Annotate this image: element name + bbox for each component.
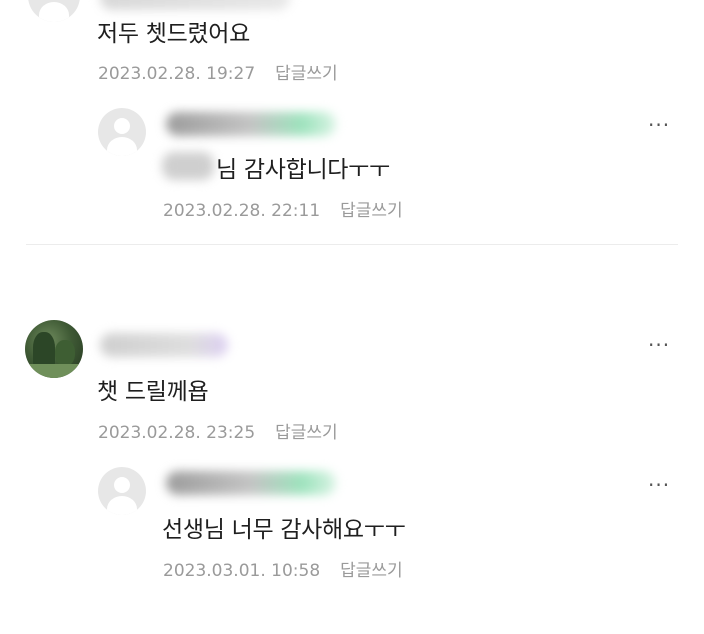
default-profile-icon bbox=[114, 477, 130, 493]
commenter-avatar[interactable] bbox=[28, 0, 80, 22]
reply-author-name-blurred[interactable] bbox=[166, 112, 336, 136]
reply-write-link[interactable]: 답글쓰기 bbox=[340, 561, 403, 581]
reply-write-link[interactable]: 답글쓰기 bbox=[275, 64, 338, 84]
reply-meta: 2023.02.28. 22:11 답글쓰기 bbox=[163, 196, 403, 221]
comment-timestamp: 2023.02.28. 23:25 bbox=[98, 423, 256, 443]
reply-avatar[interactable] bbox=[98, 108, 146, 156]
reply-text: 선생님 너무 감사해요ㅜㅜ bbox=[162, 517, 406, 543]
more-options-icon[interactable]: ··· bbox=[648, 335, 670, 355]
default-profile-icon-body bbox=[39, 2, 69, 22]
comment-timestamp: 2023.02.28. 19:27 bbox=[98, 64, 256, 84]
comment-text: 챗 드릴께욥 bbox=[97, 379, 209, 405]
reply-text: 님 감사합니다ㅜㅜ bbox=[216, 157, 390, 183]
thread-divider bbox=[26, 244, 678, 245]
more-options-icon[interactable]: ··· bbox=[648, 115, 670, 135]
commenter-name-blurred[interactable] bbox=[100, 0, 290, 10]
commenter-name-blurred[interactable] bbox=[100, 333, 228, 357]
default-profile-icon-body bbox=[107, 137, 137, 156]
avatar-ground bbox=[25, 364, 83, 378]
avatar-tree-shape bbox=[33, 332, 55, 366]
comment-text: 저두 쳇드렸어요 bbox=[97, 21, 251, 47]
comment-meta: 2023.02.28. 19:27 답글쓰기 bbox=[98, 59, 338, 84]
default-profile-icon-body bbox=[107, 496, 137, 515]
commenter-avatar-photo[interactable] bbox=[25, 320, 83, 378]
reply-meta: 2023.03.01. 10:58 답글쓰기 bbox=[163, 556, 403, 581]
reply-timestamp: 2023.03.01. 10:58 bbox=[163, 561, 321, 581]
mentioned-name-blurred[interactable] bbox=[162, 152, 214, 180]
avatar-tree-shape bbox=[55, 340, 75, 366]
comment-meta: 2023.02.28. 23:25 답글쓰기 bbox=[98, 418, 338, 443]
reply-write-link[interactable]: 답글쓰기 bbox=[340, 201, 403, 221]
more-options-icon[interactable]: ··· bbox=[648, 475, 670, 495]
reply-author-name-blurred[interactable] bbox=[166, 471, 336, 495]
reply-avatar[interactable] bbox=[98, 467, 146, 515]
default-profile-icon bbox=[114, 118, 130, 134]
reply-timestamp: 2023.02.28. 22:11 bbox=[163, 201, 321, 221]
reply-write-link[interactable]: 답글쓰기 bbox=[275, 423, 338, 443]
